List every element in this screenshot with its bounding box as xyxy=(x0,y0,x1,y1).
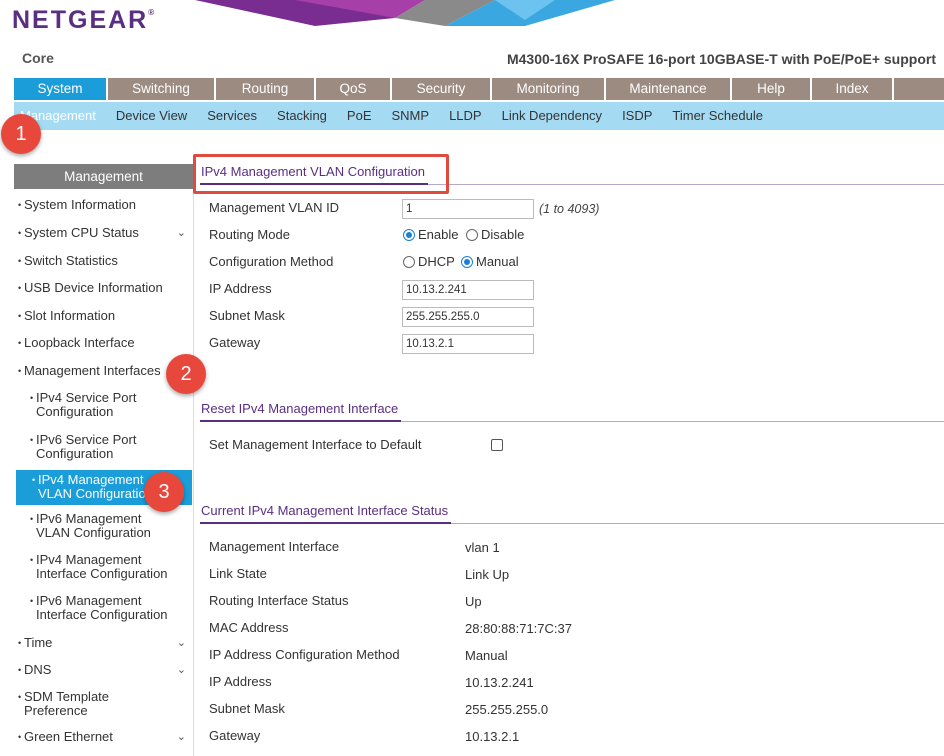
netgear-logo: NETGEAR® xyxy=(12,6,155,34)
tab-routing[interactable]: Routing xyxy=(216,78,316,100)
ip-address-input[interactable] xyxy=(402,280,534,300)
chevron-down-icon: ⌄ xyxy=(176,227,186,239)
tab-security[interactable]: Security xyxy=(392,78,492,100)
subtab-lldp[interactable]: LLDP xyxy=(449,102,482,130)
status-label-routing-status: Routing Interface Status xyxy=(209,593,349,608)
sidebar-item-ipv6-service-port[interactable]: • IPv6 Service Port Configuration xyxy=(14,433,192,461)
tab-switching[interactable]: Switching xyxy=(108,78,216,100)
sidebar-item-usb-device-information[interactable]: • USB Device Information xyxy=(14,281,192,295)
tab-help[interactable]: Help xyxy=(732,78,812,100)
status-label-ip-address: IP Address xyxy=(209,674,272,689)
reset-default-checkbox[interactable] xyxy=(491,439,503,451)
subtab-snmp[interactable]: SNMP xyxy=(392,102,430,130)
tab-qos[interactable]: QoS xyxy=(316,78,392,100)
status-value-gateway: 10.13.2.1 xyxy=(465,729,520,744)
radio-checked-icon xyxy=(403,228,415,241)
ip-address-label: IP Address xyxy=(209,281,272,296)
site-name: Core xyxy=(22,50,54,66)
sidebar-item-dns[interactable]: • DNS ⌄ xyxy=(14,663,192,677)
highlight-box xyxy=(193,154,449,194)
chevron-down-icon: ⌄ xyxy=(176,664,186,676)
gateway-label: Gateway xyxy=(209,335,261,350)
sidebar-item-sdm-template[interactable]: • SDM Template Preference xyxy=(14,690,192,718)
status-value-ip-config-method: Manual xyxy=(465,648,508,663)
reset-section-header: Reset IPv4 Management Interface xyxy=(200,401,944,422)
status-label-mac-address: MAC Address xyxy=(209,620,289,635)
status-value-subnet-mask: 255.255.255.0 xyxy=(465,702,549,717)
sidebar-item-green-ethernet[interactable]: • Green Ethernet ⌄ xyxy=(14,730,192,744)
status-value-mgmt-interface: vlan 1 xyxy=(465,540,500,555)
subtab-services[interactable]: Services xyxy=(207,102,257,130)
gateway-input[interactable] xyxy=(402,334,534,354)
status-label-gateway: Gateway xyxy=(209,728,261,743)
sidebar-item-system-cpu-status[interactable]: • System CPU Status ⌄ xyxy=(14,226,192,240)
sidebar-item-slot-information[interactable]: • Slot Information xyxy=(14,309,192,323)
vlan-id-label: Management VLAN ID xyxy=(209,200,340,215)
main-nav: System Switching Routing QoS Security Mo… xyxy=(14,78,944,100)
sub-nav: Management Device View Services Stacking… xyxy=(14,102,944,130)
status-value-mac-address: 28:80:88:71:7C:37 xyxy=(465,621,572,636)
tab-system[interactable]: System xyxy=(14,78,108,100)
tab-maintenance[interactable]: Maintenance xyxy=(606,78,732,100)
reset-section-title: Reset IPv4 Management Interface xyxy=(200,401,402,422)
sidebar-item-loopback-interface[interactable]: • Loopback Interface xyxy=(14,336,192,350)
header-banner-graphic xyxy=(195,0,615,26)
vlan-id-hint: (1 to 4093) xyxy=(539,202,600,216)
sidebar: Management • System Information • System C… xyxy=(14,164,194,756)
callout-badge-1: 1 xyxy=(1,114,41,154)
status-label-subnet-mask: Subnet Mask xyxy=(209,701,285,716)
sidebar-item-time[interactable]: • Time ⌄ xyxy=(14,636,192,650)
device-model: M4300-16X ProSAFE 16-port 10GBASE-T with… xyxy=(506,51,936,67)
reset-default-label: Set Management Interface to Default xyxy=(209,437,422,452)
status-section-title: Current IPv4 Management Interface Status xyxy=(200,503,452,524)
routing-mode-label: Routing Mode xyxy=(209,227,290,242)
routing-disable-radio[interactable]: Disable xyxy=(466,227,524,242)
status-section-header: Current IPv4 Management Interface Status xyxy=(200,503,944,524)
radio-checked-icon xyxy=(461,255,473,268)
subtab-stacking[interactable]: Stacking xyxy=(277,102,327,130)
sidebar-title: Management xyxy=(14,164,193,190)
config-method-label: Configuration Method xyxy=(209,254,334,269)
chevron-down-icon: ⌄ xyxy=(176,637,186,649)
radio-unchecked-icon xyxy=(403,255,415,268)
subtab-isdp[interactable]: ISDP xyxy=(622,102,652,130)
subtab-timer-schedule[interactable]: Timer Schedule xyxy=(672,102,763,130)
tab-index[interactable]: Index xyxy=(812,78,894,100)
status-label-mgmt-interface: Management Interface xyxy=(209,539,340,554)
sidebar-item-ipv4-management-interface[interactable]: • IPv4 Management Interface Configuration xyxy=(14,553,192,581)
sidebar-item-system-information[interactable]: • System Information xyxy=(14,198,192,212)
sidebar-item-ipv6-management-vlan[interactable]: • IPv6 Management VLAN Configuration xyxy=(14,512,192,540)
tab-monitoring[interactable]: Monitoring xyxy=(492,78,606,100)
status-value-ip-address: 10.13.2.241 xyxy=(465,675,534,690)
subnet-mask-input[interactable] xyxy=(402,307,534,327)
sidebar-item-ipv6-management-interface[interactable]: • IPv6 Management Interface Configuration xyxy=(14,594,192,622)
subtab-poe[interactable]: PoE xyxy=(347,102,372,130)
status-label-ip-config-method: IP Address Configuration Method xyxy=(209,647,400,662)
routing-enable-radio[interactable]: Enable xyxy=(403,227,458,242)
radio-unchecked-icon xyxy=(466,228,478,241)
callout-badge-2: 2 xyxy=(166,354,206,394)
callout-badge-3: 3 xyxy=(144,472,184,512)
status-value-link-state: Link Up xyxy=(465,567,510,582)
status-value-routing-status: Up xyxy=(465,594,482,609)
sidebar-item-ipv4-service-port[interactable]: • IPv4 Service Port Configuration xyxy=(14,391,192,419)
method-manual-radio[interactable]: Manual xyxy=(461,254,519,269)
subnet-mask-label: Subnet Mask xyxy=(209,308,285,323)
method-dhcp-radio[interactable]: DHCP xyxy=(403,254,455,269)
status-label-link-state: Link State xyxy=(209,566,267,581)
chevron-down-icon: ⌄ xyxy=(176,731,186,743)
sidebar-item-switch-statistics[interactable]: • Switch Statistics xyxy=(14,254,192,268)
subtab-device-view[interactable]: Device View xyxy=(116,102,187,130)
subtab-link-dependency[interactable]: Link Dependency xyxy=(502,102,602,130)
vlan-id-input[interactable] xyxy=(402,199,534,219)
